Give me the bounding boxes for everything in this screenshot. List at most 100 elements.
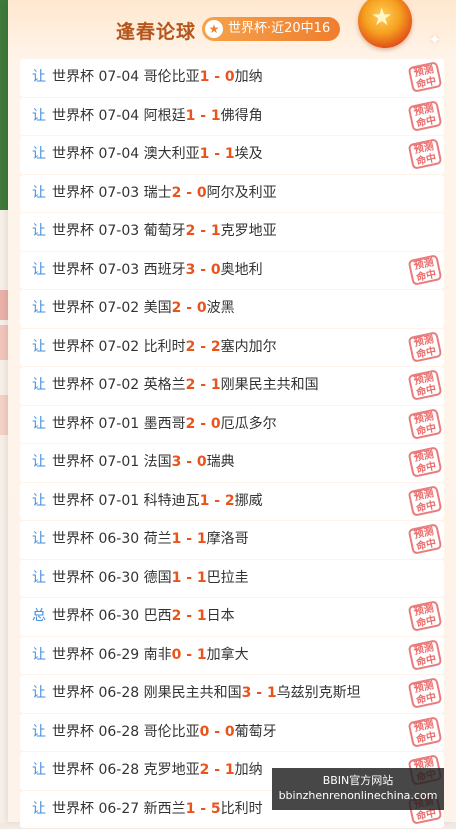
score-separator: -: [181, 608, 197, 624]
prediction-text: 让世界杯 07-01 法国3 - 0瑞典: [32, 444, 235, 481]
match-date: 06-27: [98, 800, 140, 817]
score-separator: -: [209, 69, 225, 85]
away-team: 乌兹别克斯坦: [276, 685, 361, 701]
prediction-text: 总世界杯 06-30 巴西2 - 1日本: [32, 598, 235, 635]
score-separator: -: [209, 492, 225, 509]
prediction-hit-stamp: 预测命中: [407, 369, 443, 401]
home-score: 1: [185, 107, 196, 124]
home-team: 葡萄牙: [143, 223, 186, 239]
bet-type-tag: 让: [32, 685, 46, 701]
prediction-row[interactable]: 让世界杯 07-01 法国3 - 0瑞典 预测 命中: [20, 444, 444, 482]
prediction-hit-stamp: 预测命中: [407, 677, 443, 709]
prediction-hit-stamp: 预测命中: [407, 638, 443, 671]
bet-type-tag: 让: [32, 762, 46, 778]
match-date: 06-30: [98, 569, 140, 586]
prediction-row[interactable]: 让世界杯 07-04 阿根廷1 - 1佛得角 预测 命中: [20, 97, 444, 135]
prediction-text: 让世界杯 07-04 阿根廷1 - 1佛得角: [32, 98, 263, 135]
match-date: 07-03: [98, 261, 140, 278]
away-team: 巴拉圭: [206, 569, 249, 586]
home-team: 法国: [143, 454, 172, 470]
match-date: 06-28: [98, 762, 140, 778]
home-team: 南非: [143, 646, 172, 663]
prediction-row[interactable]: 让世界杯 06-28 刚果民主共和国3 - 1乌兹别克斯坦 预测 命中: [20, 675, 444, 713]
home-team: 英格兰: [143, 377, 186, 393]
bet-type-tag: 让: [32, 69, 46, 85]
prediction-text: 让世界杯 07-03 瑞士2 - 0阿尔及利亚: [32, 175, 277, 212]
watermark-url: bbinzhenrenonlinechina.com: [278, 789, 438, 802]
away-score: 1: [224, 762, 235, 778]
score-separator: -: [195, 261, 211, 278]
bet-type-tag: 让: [32, 531, 46, 547]
home-team: 哥伦比亚: [143, 723, 200, 740]
home-score: 1: [199, 146, 210, 162]
prediction-row[interactable]: 让世界杯 07-03 瑞士2 - 0阿尔及利亚: [20, 174, 444, 212]
home-team: 西班牙: [143, 261, 186, 278]
league-name: 世界杯: [52, 69, 94, 85]
league-name: 世界杯: [52, 454, 94, 470]
prediction-row[interactable]: 让世界杯 06-30 德国1 - 1巴拉圭: [20, 559, 444, 597]
home-team: 瑞士: [143, 184, 172, 201]
away-team: 厄瓜多尔: [220, 415, 277, 432]
prediction-row[interactable]: 让世界杯 07-01 墨西哥2 - 0厄瓜多尔 预测 命中: [20, 405, 444, 443]
record-badge[interactable]: ★ 世界杯·近20中16: [202, 17, 341, 41]
league-name: 世界杯: [52, 723, 94, 740]
prediction-hit-stamp: 预测命中: [407, 61, 443, 93]
away-score: 1: [196, 531, 207, 547]
away-team: 奥地利: [220, 261, 263, 278]
away-score: 5: [210, 800, 221, 817]
prediction-row[interactable]: 让世界杯 07-03 西班牙3 - 0奥地利 预测 命中: [20, 251, 444, 289]
prediction-row[interactable]: 让世界杯 06-30 荷兰1 - 1摩洛哥 预测 命中: [20, 521, 444, 559]
prediction-row[interactable]: 让世界杯 07-04 哥伦比亚1 - 0加纳 预测 命中: [20, 59, 444, 97]
prediction-row[interactable]: 让世界杯 07-02 英格兰2 - 1刚果民主共和国 预测 命中: [20, 367, 444, 405]
home-score: 3: [241, 685, 252, 701]
bet-type-tag: 让: [32, 261, 46, 278]
match-date: 06-28: [98, 685, 140, 701]
prediction-row[interactable]: 让世界杯 07-02 美国2 - 0波黑: [20, 290, 444, 328]
away-score: 0: [210, 261, 221, 278]
prediction-text: 让世界杯 06-30 荷兰1 - 1摩洛哥: [32, 521, 249, 558]
home-team: 哥伦比亚: [143, 69, 200, 85]
home-team: 荷兰: [143, 531, 172, 547]
star-icon: ★: [371, 3, 393, 31]
away-score: 2: [224, 492, 235, 509]
bet-type-tag: 让: [32, 377, 46, 393]
league-name: 世界杯: [52, 646, 94, 663]
league-name: 世界杯: [52, 338, 94, 355]
score-separator: -: [195, 338, 211, 355]
bet-type-tag: 让: [32, 146, 46, 162]
home-team: 巴西: [143, 608, 172, 624]
prediction-text: 让世界杯 06-28 克罗地亚2 - 1加纳: [32, 752, 263, 789]
bet-type-tag: 让: [32, 223, 46, 239]
prediction-text: 让世界杯 06-30 德国1 - 1巴拉圭: [32, 560, 249, 597]
home-team: 新西兰: [143, 800, 186, 817]
prediction-row[interactable]: 让世界杯 07-01 科特迪瓦1 - 2挪威 预测 命中: [20, 482, 444, 520]
watermark-title: BBIN官方网站: [322, 774, 394, 787]
score-separator: -: [209, 146, 225, 162]
prediction-row[interactable]: 总世界杯 06-30 巴西2 - 1日本 预测 命中: [20, 598, 444, 636]
prediction-row[interactable]: 让世界杯 06-28 哥伦比亚0 - 0葡萄牙 预测 命中: [20, 713, 444, 751]
score-separator: -: [209, 762, 225, 778]
prediction-list: 让世界杯 07-04 哥伦比亚1 - 0加纳 预测 命中让世界杯 07-04 阿根廷…: [20, 59, 444, 829]
prediction-row[interactable]: 让世界杯 07-03 葡萄牙2 - 1克罗地亚: [20, 213, 444, 251]
bet-type-tag: 让: [32, 454, 46, 470]
prediction-text: 让世界杯 07-01 科特迪瓦1 - 2挪威: [32, 483, 263, 520]
prediction-text: 让世界杯 06-28 哥伦比亚0 - 0葡萄牙: [32, 714, 277, 751]
panel-header: 逢春论球 ★ 世界杯·近20中16 ★ ✦: [8, 0, 456, 58]
prediction-row[interactable]: 让世界杯 07-02 比利时2 - 2塞内加尔 预测 命中: [20, 328, 444, 366]
home-score: 3: [171, 454, 182, 470]
home-score: 1: [171, 531, 182, 547]
home-score: 2: [171, 300, 182, 316]
match-date: 07-01: [98, 454, 140, 470]
prediction-row[interactable]: 让世界杯 06-29 南非0 - 1加拿大 预测 命中: [20, 636, 444, 674]
prediction-text: 让世界杯 07-02 美国2 - 0波黑: [32, 290, 235, 327]
prediction-row[interactable]: 让世界杯 07-04 澳大利亚1 - 1埃及 预测 命中: [20, 136, 444, 174]
bet-type-tag: 总: [32, 608, 46, 624]
away-team: 瑞典: [206, 454, 235, 470]
home-score: 2: [185, 223, 196, 239]
prediction-hit-stamp: 预测命中: [407, 715, 443, 748]
match-date: 06-29: [98, 646, 140, 663]
home-score: 0: [199, 723, 210, 740]
league-name: 世界杯: [52, 608, 94, 624]
star-icon: ★: [205, 20, 223, 38]
bet-type-tag: 让: [32, 492, 46, 509]
